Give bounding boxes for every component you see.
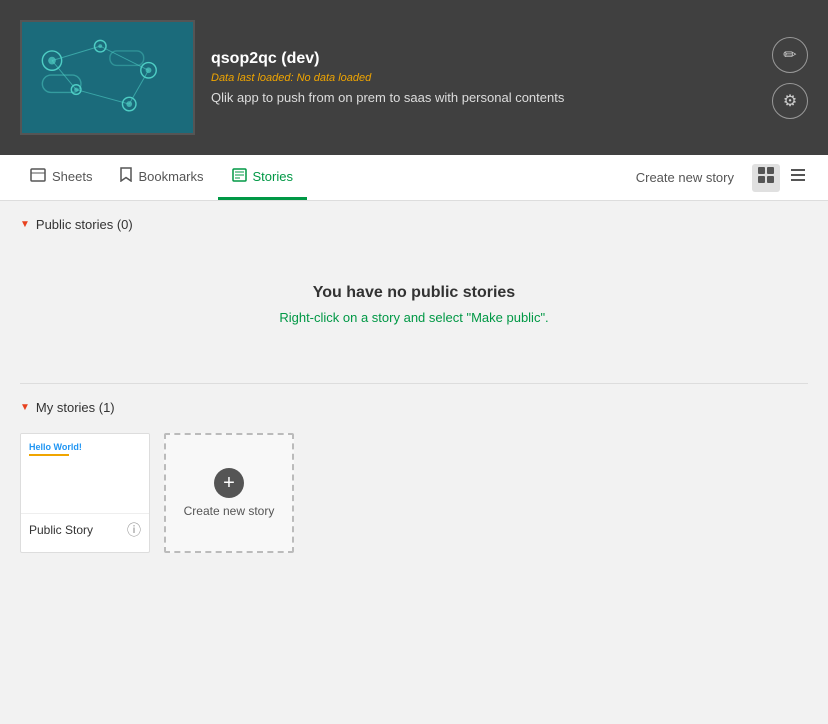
- grid-icon: [757, 166, 775, 189]
- thumbnail-text: Hello World!: [29, 442, 82, 452]
- grid-view-button[interactable]: [752, 164, 780, 192]
- my-stories-grid: Hello World! Public Story ⓘ + Create new…: [20, 427, 808, 569]
- app-description: Qlik app to push from on prem to saas wi…: [211, 90, 564, 105]
- story-card-footer: Public Story ⓘ: [21, 514, 149, 546]
- app-last-loaded: Data last loaded: No data loaded: [211, 72, 564, 84]
- story-thumbnail: Hello World!: [21, 434, 149, 514]
- my-stories-section-header[interactable]: ▼ My stories (1): [20, 400, 808, 415]
- edit-icon: ✏: [783, 45, 796, 65]
- settings-icon: ⚙: [783, 91, 797, 111]
- public-stories-arrow: ▼: [20, 219, 30, 230]
- tab-bookmarks[interactable]: Bookmarks: [106, 155, 217, 200]
- nav-right: Create new story: [628, 164, 812, 192]
- tab-bookmarks-label: Bookmarks: [138, 169, 203, 184]
- empty-state-title: You have no public stories: [40, 284, 788, 302]
- list-view-button[interactable]: [784, 164, 812, 192]
- empty-state-hint: Right-click on a story and select "Make …: [40, 310, 788, 325]
- content-area: ▼ Public stories (0) You have no public …: [0, 201, 828, 585]
- section-divider: [20, 383, 808, 384]
- tab-sheets-label: Sheets: [52, 169, 92, 184]
- bookmarks-icon: [120, 167, 132, 185]
- story-card-public[interactable]: Hello World! Public Story ⓘ: [20, 433, 150, 553]
- public-stories-title: Public stories (0): [36, 217, 133, 232]
- story-info-icon[interactable]: ⓘ: [127, 520, 141, 540]
- tab-stories-label: Stories: [253, 169, 293, 184]
- header-actions: ✏ ⚙: [772, 37, 808, 119]
- create-card-label: Create new story: [184, 504, 275, 518]
- app-title: qsop2qc (dev): [211, 50, 564, 68]
- tab-stories[interactable]: Stories: [218, 155, 307, 200]
- list-icon: [789, 166, 807, 189]
- app-info: qsop2qc (dev) Data last loaded: No data …: [211, 50, 564, 105]
- app-header: qsop2qc (dev) Data last loaded: No data …: [0, 0, 828, 155]
- nav-tabs: Sheets Bookmarks Stories Create new stor…: [0, 155, 828, 201]
- tab-sheets[interactable]: Sheets: [16, 155, 106, 200]
- thumbnail-line: [29, 454, 69, 456]
- public-stories-empty: You have no public stories Right-click o…: [20, 244, 808, 375]
- my-stories-arrow: ▼: [20, 402, 30, 413]
- create-new-story-card[interactable]: + Create new story: [164, 433, 294, 553]
- sheets-icon: [30, 168, 46, 185]
- settings-button[interactable]: ⚙: [772, 83, 808, 119]
- story-name: Public Story: [29, 523, 93, 537]
- header-left: qsop2qc (dev) Data last loaded: No data …: [20, 20, 564, 135]
- view-toggle: [752, 164, 812, 192]
- my-stories-title: My stories (1): [36, 400, 115, 415]
- create-plus-icon: +: [214, 468, 244, 498]
- app-thumbnail: [20, 20, 195, 135]
- edit-button[interactable]: ✏: [772, 37, 808, 73]
- public-stories-section-header[interactable]: ▼ Public stories (0): [20, 217, 808, 232]
- create-new-story-button[interactable]: Create new story: [628, 166, 742, 189]
- stories-icon: [232, 168, 247, 185]
